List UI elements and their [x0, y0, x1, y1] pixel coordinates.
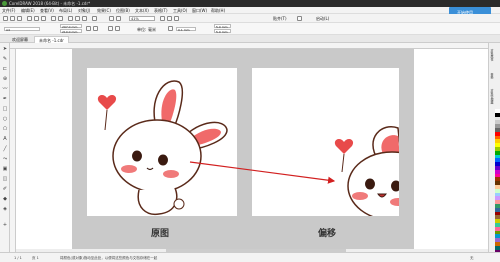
fullscreen-icon[interactable]: [116, 16, 121, 21]
nudge-icon: [168, 26, 173, 31]
tab-welcome-screen[interactable]: 欢迎屏幕: [8, 36, 32, 43]
title-bar: CorelDRAW 2018 (64-Bit) - 未命名 -1.cdr*: [0, 0, 500, 7]
docker-panel: 对象属性 变换 对象管理器: [488, 43, 500, 262]
new-document-icon[interactable]: [3, 16, 8, 21]
save-icon[interactable]: [17, 16, 22, 21]
cut-icon[interactable]: [27, 16, 32, 21]
redo-icon[interactable]: [58, 16, 63, 21]
page-navigator[interactable]: 1 / 1: [14, 256, 22, 260]
offset-image-panel: [252, 68, 399, 216]
fill-indicator: 无: [470, 256, 474, 260]
menu-bar: 文件(F) 编辑(E) 查看(V) 布局(L) 对象(J) 效果(C) 位图(B…: [0, 7, 500, 14]
publish-pdf-icon[interactable]: [92, 16, 97, 21]
docker-tab-transform[interactable]: 变换: [490, 73, 494, 79]
portrait-icon[interactable]: [86, 26, 91, 31]
tab-untitled-document[interactable]: 未命名 -1.cdr: [34, 36, 69, 43]
zoom-icon[interactable]: [109, 16, 114, 21]
caption-offset: 偏移: [318, 229, 337, 239]
copy-icon[interactable]: [34, 16, 39, 21]
app-logo-icon: [2, 1, 7, 6]
open-icon[interactable]: [10, 16, 15, 21]
standard-toolbar: 41% 贴齐(T) 启动(L): [0, 14, 500, 23]
ellipse-tool-icon[interactable]: ○: [2, 117, 8, 122]
property-bar: A4 297.0 mm 210.0 mm 单位: 毫米 0.1 mm 5.0 m…: [0, 23, 500, 35]
grid-icon[interactable]: [167, 16, 172, 21]
snap-to-dropdown[interactable]: 贴齐(T): [273, 16, 287, 22]
palette-hint: 将颜色(或对象)拖动至此处，以便将这些颜色与文档存储在一起: [60, 256, 158, 260]
original-image-panel: [87, 68, 237, 216]
artistic-media-icon[interactable]: ✒: [2, 97, 8, 102]
shadow-tool-icon[interactable]: ▣: [2, 167, 8, 172]
page-width-field[interactable]: 297.0 mm: [60, 24, 82, 29]
launch-dropdown[interactable]: 启动(L): [316, 16, 329, 22]
all-pages-icon[interactable]: [108, 26, 113, 31]
zoom-level-field[interactable]: 41%: [129, 16, 155, 21]
duplicate-x-field[interactable]: 5.0 mm: [214, 24, 231, 29]
toolbox: ➤ ✎ ⊏ ⊕ 〰 ✒ □ ○ ⬠ A ╱ ⤳ ▣ ◫ ✐ ◆ ◈ +: [0, 43, 10, 262]
export-icon[interactable]: [82, 16, 87, 21]
undo-icon[interactable]: [51, 16, 56, 21]
pick-tool-icon[interactable]: ➤: [2, 47, 8, 52]
status-bar: 1 / 1 页 1 将颜色(或对象)拖动至此处，以便将这些颜色与文档存储在一起 …: [0, 252, 500, 262]
bunny-original-illustration: [97, 80, 228, 216]
eyedropper-tool-icon[interactable]: ✐: [2, 187, 8, 192]
polygon-tool-icon[interactable]: ⬠: [2, 127, 8, 132]
interactive-fill-icon[interactable]: ◆: [2, 197, 8, 202]
docker-tab-object-manager[interactable]: 对象管理器: [490, 89, 494, 104]
caption-original: 原图: [151, 229, 170, 239]
paste-icon[interactable]: [41, 16, 46, 21]
zoom-tool-icon[interactable]: ⊕: [2, 77, 8, 82]
shape-tool-icon[interactable]: ✎: [2, 57, 8, 62]
duplicate-y-field[interactable]: 5.0 mm: [214, 29, 231, 34]
landscape-icon[interactable]: [93, 26, 98, 31]
freehand-tool-icon[interactable]: 〰: [2, 87, 8, 92]
current-page-icon[interactable]: [115, 26, 120, 31]
rectangle-tool-icon[interactable]: □: [2, 107, 8, 112]
document-tabs: 欢迎屏幕 未命名 -1.cdr: [0, 35, 500, 43]
import-icon[interactable]: [75, 16, 80, 21]
units-label: 单位:: [137, 27, 147, 32]
nudge-distance-field[interactable]: 0.1 mm: [176, 27, 196, 32]
search-icon[interactable]: [68, 16, 73, 21]
docker-tab-object-properties[interactable]: 对象属性: [490, 49, 494, 61]
rulers-icon[interactable]: [160, 16, 165, 21]
page-preset-select[interactable]: A4: [4, 27, 40, 32]
guidelines-icon[interactable]: [174, 16, 179, 21]
connector-tool-icon[interactable]: ⤳: [2, 157, 8, 162]
units-select[interactable]: 毫米: [148, 27, 156, 33]
add-tool-icon[interactable]: +: [2, 223, 8, 228]
options-gear-icon[interactable]: [297, 16, 302, 21]
parallel-dimension-icon[interactable]: ╱: [2, 147, 8, 152]
text-tool-icon[interactable]: A: [2, 137, 8, 142]
smart-fill-icon[interactable]: ◈: [2, 207, 8, 212]
crop-tool-icon[interactable]: ⊏: [2, 67, 8, 72]
transparency-tool-icon[interactable]: ◫: [2, 177, 8, 182]
page-height-field[interactable]: 210.0 mm: [60, 29, 82, 34]
bunny-offset-illustration: [334, 126, 399, 216]
page-tab[interactable]: 页 1: [32, 256, 39, 261]
